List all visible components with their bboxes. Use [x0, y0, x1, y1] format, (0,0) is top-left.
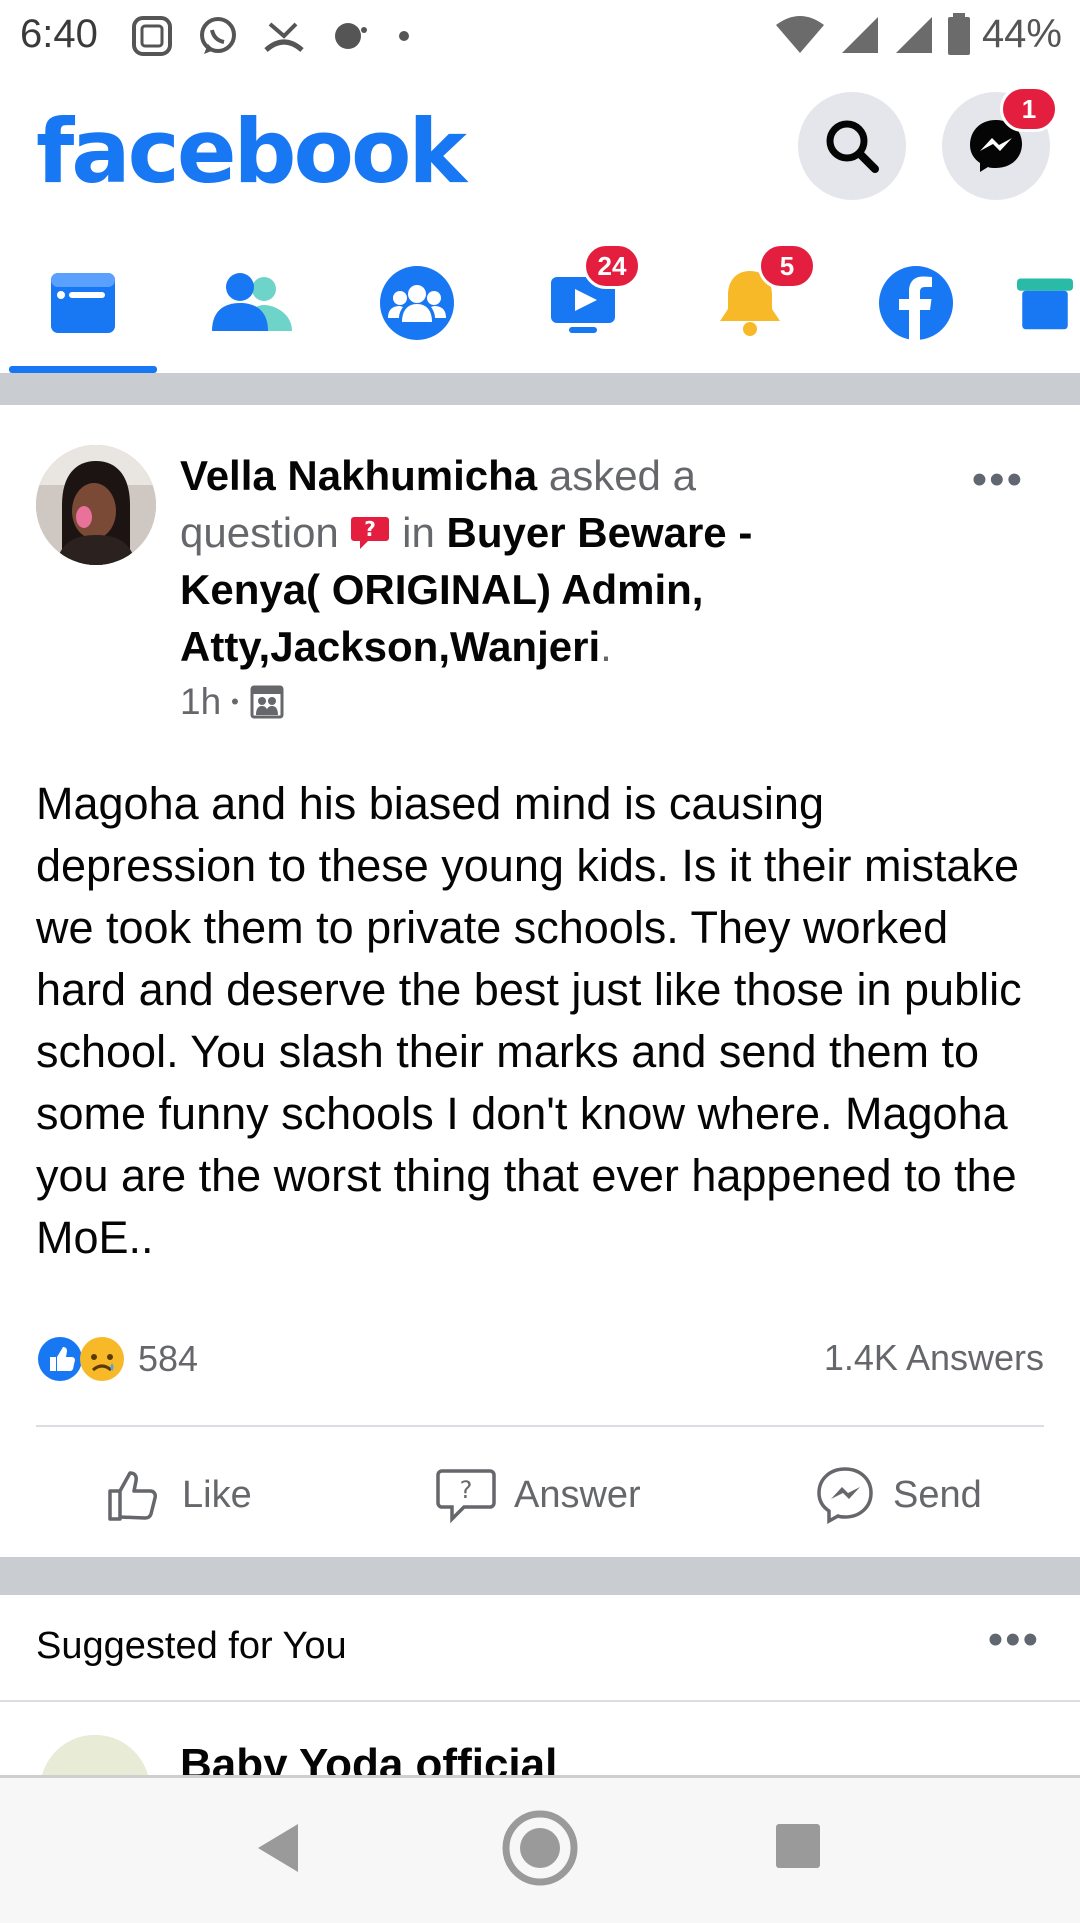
- group-audience-icon: [250, 685, 284, 719]
- svg-text:?: ?: [460, 1476, 473, 1504]
- post-time[interactable]: 1h: [180, 681, 221, 723]
- reaction-summary[interactable]: 584: [36, 1335, 198, 1383]
- status-time: 6:40: [20, 12, 98, 56]
- suggested-divider: [0, 1700, 1080, 1702]
- facebook-f-icon: [879, 265, 953, 340]
- send-button[interactable]: Send: [815, 1455, 982, 1535]
- reaction-count: 584: [138, 1338, 199, 1379]
- signal-icon-2: [895, 16, 932, 53]
- notifications-badge: 5: [758, 243, 816, 289]
- feed-post: Vella Nakhumicha asked a question ? in B…: [0, 405, 1080, 1555]
- suggested-title: Suggested for You: [36, 1625, 347, 1667]
- send-label: Send: [893, 1473, 982, 1516]
- messenger-button[interactable]: 1: [942, 86, 1058, 200]
- recents-icon[interactable]: [772, 1820, 824, 1872]
- watch-badge: 24: [583, 243, 641, 289]
- main-tabs: 24 5: [0, 235, 1080, 375]
- messenger-send-icon: [817, 1467, 873, 1524]
- post-meta: 1h •: [180, 681, 285, 723]
- suggested-options-icon[interactable]: •••: [988, 1615, 1040, 1665]
- tab-friends[interactable]: [172, 235, 332, 370]
- notification-icons: [130, 14, 414, 58]
- like-label: Like: [182, 1473, 252, 1516]
- suggested-section: Suggested for You ••• Baby Yoda official: [0, 1595, 1080, 1845]
- tab-marketplace[interactable]: [1010, 235, 1080, 370]
- like-reaction-icon: [38, 1337, 82, 1381]
- signal-icon: [841, 16, 878, 53]
- friends-icon: [212, 272, 292, 331]
- in-text: in: [402, 509, 435, 556]
- answers-count[interactable]: 1.4K Answers: [824, 1337, 1044, 1379]
- sad-reaction-icon: [80, 1337, 124, 1381]
- author-name[interactable]: Vella Nakhumicha: [180, 452, 537, 499]
- meta-dot: •: [231, 689, 239, 714]
- search-icon: [826, 120, 879, 173]
- sim-icon: [132, 16, 172, 56]
- marketplace-icon: [1017, 278, 1073, 329]
- post-body: Magoha and his biased mind is causing de…: [36, 778, 1022, 1263]
- tab-notifications[interactable]: 5: [670, 235, 830, 370]
- home-nav-icon[interactable]: [498, 1806, 582, 1890]
- battery-percent: 44%: [981, 12, 1062, 56]
- answer-button[interactable]: ? Answer: [436, 1455, 641, 1535]
- whatsapp-icon: [200, 17, 236, 54]
- home-feed-icon: [51, 272, 115, 333]
- battery-icon: [947, 12, 970, 55]
- system-status: 44%: [772, 12, 1062, 57]
- back-icon[interactable]: [248, 1818, 308, 1878]
- author-avatar[interactable]: [36, 445, 156, 565]
- svg-text:?: ?: [365, 517, 377, 541]
- answer-label: Answer: [514, 1473, 641, 1516]
- tab-facebook-menu[interactable]: [836, 235, 996, 370]
- wifi-icon: [775, 15, 824, 53]
- section-separator: [0, 373, 1080, 405]
- section-separator-2: [0, 1557, 1080, 1595]
- status-bar: 6:40 44%: [0, 0, 1080, 80]
- author-photo: [36, 445, 156, 565]
- tab-watch[interactable]: 24: [503, 235, 663, 370]
- question-icon: ?: [351, 517, 390, 549]
- post-options-icon[interactable]: •••: [972, 455, 1024, 505]
- like-button[interactable]: Like: [104, 1455, 252, 1535]
- app-header: facebook 1: [0, 80, 1080, 220]
- groups-icon: [380, 265, 454, 340]
- system-nav-bar: [0, 1775, 1080, 1923]
- more-notifications-icon: [399, 31, 409, 41]
- answer-icon: ?: [436, 1469, 496, 1524]
- missed-call-icon: [264, 22, 304, 52]
- messenger-badge: 1: [1000, 86, 1058, 132]
- facebook-logo[interactable]: facebook: [36, 100, 467, 203]
- like-icon: [108, 1471, 157, 1521]
- post-divider: [36, 1425, 1044, 1427]
- header-period: .: [600, 623, 612, 670]
- chat-icon: [335, 23, 367, 49]
- search-button[interactable]: [798, 92, 906, 200]
- tab-home[interactable]: [3, 235, 163, 370]
- post-header-text: Vella Nakhumicha asked a question ? in B…: [180, 447, 840, 675]
- active-tab-indicator: [9, 366, 157, 373]
- tab-groups[interactable]: [337, 235, 497, 370]
